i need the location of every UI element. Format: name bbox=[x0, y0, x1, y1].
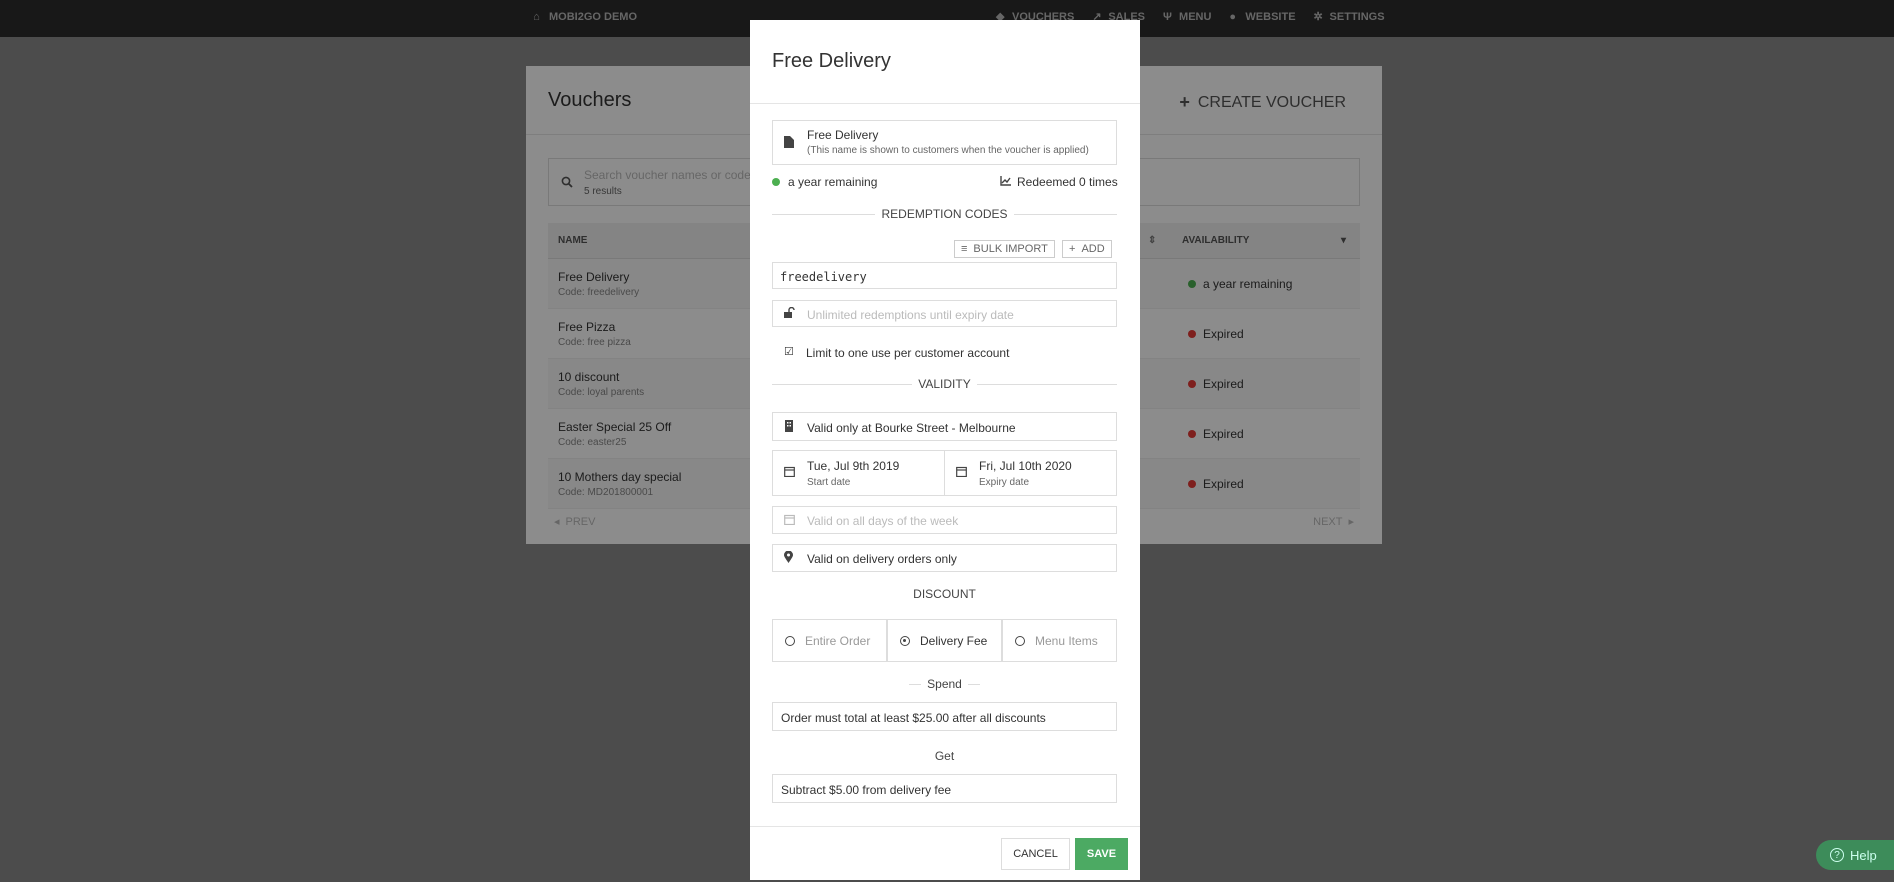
save-button[interactable]: SAVE bbox=[1075, 838, 1128, 870]
menu-items-label: Menu Items bbox=[1035, 633, 1098, 648]
discount-heading: DISCOUNT bbox=[772, 587, 1117, 601]
radio-selected-icon bbox=[900, 635, 910, 646]
checkbox-checked-icon: ☑ bbox=[784, 346, 794, 358]
remaining-label: a year remaining bbox=[788, 175, 878, 189]
cancel-button[interactable]: CANCEL bbox=[1001, 838, 1070, 870]
add-code-button[interactable]: + ADD bbox=[1062, 240, 1112, 258]
document-icon bbox=[784, 136, 794, 151]
help-icon: ? bbox=[1830, 848, 1844, 862]
start-date-label: Start date bbox=[807, 477, 851, 488]
redeemed-label: Redeemed 0 times bbox=[1017, 175, 1118, 189]
expiry-date-value: Fri, Jul 10th 2020 bbox=[979, 459, 1072, 473]
spend-input[interactable]: Order must total at least $25.00 after a… bbox=[772, 702, 1117, 731]
modal-title: Free Delivery bbox=[772, 50, 891, 72]
limit-one-checkbox[interactable]: ☑ Limit to one use per customer account bbox=[772, 344, 1117, 364]
discount-option-delivery-fee[interactable]: Delivery Fee bbox=[887, 619, 1002, 662]
days-of-week-select[interactable]: Valid on all days of the week bbox=[772, 506, 1117, 534]
redemption-limit-input[interactable]: Unlimited redemptions until expiry date bbox=[772, 300, 1117, 327]
spend-heading: Spend bbox=[772, 677, 1117, 691]
order-type-select[interactable]: Valid on delivery orders only bbox=[772, 544, 1117, 572]
status-remaining: a year remaining bbox=[772, 175, 877, 189]
get-value: Subtract $5.00 from delivery fee bbox=[781, 783, 952, 797]
voucher-name-value: Free Delivery bbox=[807, 128, 879, 142]
expiry-date-label: Expiry date bbox=[979, 477, 1030, 488]
add-label: ADD bbox=[1081, 243, 1105, 255]
calendar-icon bbox=[784, 466, 795, 480]
code-input[interactable]: freedelivery bbox=[772, 262, 1117, 289]
discount-option-entire-order[interactable]: Entire Order bbox=[772, 619, 887, 662]
divider bbox=[750, 103, 1140, 104]
discount-heading-label: DISCOUNT bbox=[907, 587, 982, 601]
line-chart-icon bbox=[1000, 175, 1011, 189]
get-heading-label: Get bbox=[928, 749, 961, 763]
expiry-date-field[interactable]: Fri, Jul 10th 2020 Expiry date bbox=[944, 450, 1117, 496]
redemption-heading-label: REDEMPTION CODES bbox=[875, 207, 1014, 221]
get-input[interactable]: Subtract $5.00 from delivery fee bbox=[772, 774, 1117, 803]
voucher-name-hint: (This name is shown to customers when th… bbox=[807, 145, 1089, 156]
bulk-import-button[interactable]: ≡ BULK IMPORT bbox=[954, 240, 1055, 258]
code-value: freedelivery bbox=[780, 270, 867, 284]
building-icon bbox=[784, 420, 794, 435]
redeemed-count: Redeemed 0 times bbox=[1000, 175, 1118, 189]
entire-order-label: Entire Order bbox=[805, 633, 871, 648]
help-button[interactable]: ? Help bbox=[1816, 840, 1894, 870]
list-icon: ≡ bbox=[961, 243, 968, 255]
unlimited-placeholder: Unlimited redemptions until expiry date bbox=[807, 308, 1014, 322]
status-dot-icon bbox=[772, 178, 780, 186]
validity-heading-label: VALIDITY bbox=[912, 377, 977, 391]
start-date-field[interactable]: Tue, Jul 9th 2019 Start date bbox=[772, 450, 945, 496]
divider bbox=[750, 826, 1140, 827]
spend-heading-label: Spend bbox=[921, 677, 968, 691]
redemption-codes-heading: REDEMPTION CODES bbox=[772, 207, 1117, 221]
days-placeholder: Valid on all days of the week bbox=[807, 514, 959, 528]
bulk-import-label: BULK IMPORT bbox=[973, 243, 1048, 255]
spend-value: Order must total at least $25.00 after a… bbox=[781, 711, 1046, 725]
plus-icon: + bbox=[1069, 243, 1076, 255]
help-label: Help bbox=[1850, 847, 1877, 863]
map-pin-icon bbox=[784, 550, 793, 566]
voucher-name-field[interactable]: Free Delivery (This name is shown to cus… bbox=[772, 120, 1117, 165]
validity-heading: VALIDITY bbox=[772, 377, 1117, 391]
calendar-icon bbox=[956, 466, 967, 480]
location-select[interactable]: Valid only at Bourke Street - Melbourne bbox=[772, 412, 1117, 441]
radio-unselected-icon bbox=[785, 635, 795, 646]
get-heading: Get bbox=[772, 749, 1117, 763]
unlock-icon bbox=[784, 306, 795, 321]
discount-option-menu-items[interactable]: Menu Items bbox=[1002, 619, 1117, 662]
delivery-fee-label: Delivery Fee bbox=[920, 633, 988, 648]
limit-one-label: Limit to one use per customer account bbox=[806, 346, 1010, 360]
delivery-only-value: Valid on delivery orders only bbox=[807, 552, 957, 566]
calendar-outline-icon bbox=[784, 514, 795, 528]
voucher-modal: Free Delivery Free Delivery (This name i… bbox=[750, 20, 1140, 880]
radio-unselected-icon bbox=[1015, 635, 1025, 646]
location-value: Valid only at Bourke Street - Melbourne bbox=[807, 421, 1016, 435]
start-date-value: Tue, Jul 9th 2019 bbox=[807, 459, 900, 473]
